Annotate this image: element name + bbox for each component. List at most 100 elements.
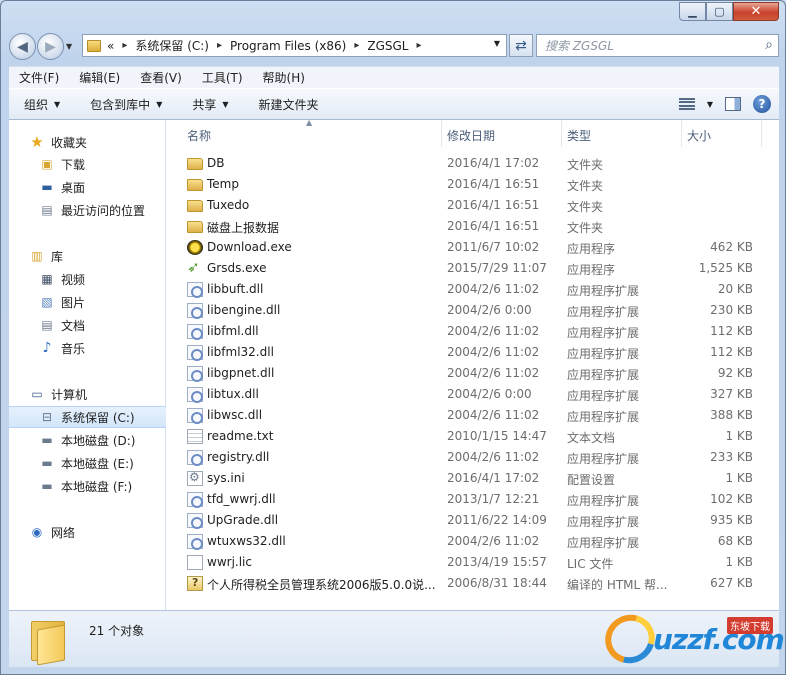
drive-icon: ▬ bbox=[41, 433, 53, 447]
chevron-right-icon[interactable]: ▸ bbox=[417, 40, 422, 51]
refresh-button[interactable]: ⇄ bbox=[509, 34, 533, 57]
file-row[interactable]: libfml32.dll 2004/2/6 11:02 应用程序扩展 112 KB bbox=[167, 342, 779, 363]
file-date: 2004/2/6 11:02 bbox=[447, 534, 540, 548]
column-header-date[interactable]: 修改日期 bbox=[447, 127, 495, 144]
nav-documents[interactable]: ▤ 文档 bbox=[9, 314, 166, 336]
nav-music[interactable]: ♪ 音乐 bbox=[9, 337, 166, 359]
file-row[interactable]: registry.dll 2004/2/6 11:02 应用程序扩展 233 KB bbox=[167, 447, 779, 468]
nav-label: 网络 bbox=[51, 525, 76, 540]
file-name: wwrj.lic bbox=[207, 555, 252, 569]
file-date: 2016/4/1 16:51 bbox=[447, 198, 540, 212]
preview-pane-icon[interactable] bbox=[725, 97, 741, 111]
organize-button[interactable]: 组织 ▼ bbox=[9, 96, 75, 113]
nav-drive-d[interactable]: ▬ 本地磁盘 (D:) bbox=[9, 429, 166, 451]
nav-favorites[interactable]: ★ 收藏夹 bbox=[9, 131, 166, 153]
folder-icon bbox=[31, 619, 71, 666]
nav-videos[interactable]: ▦ 视频 bbox=[9, 268, 166, 290]
close-button[interactable]: ✕ bbox=[733, 2, 779, 21]
chevron-right-icon[interactable]: ▸ bbox=[354, 40, 359, 51]
refresh-icon: ⇄ bbox=[515, 37, 527, 54]
breadcrumb-program-files[interactable]: Program Files (x86) bbox=[230, 39, 346, 53]
nav-desktop[interactable]: ▬ 桌面 bbox=[9, 176, 166, 198]
dll-file-icon bbox=[187, 366, 203, 382]
file-row[interactable]: libbuft.dll 2004/2/6 11:02 应用程序扩展 20 KB bbox=[167, 279, 779, 300]
nav-drive-c[interactable]: ⊟ 系统保留 (C:) bbox=[9, 406, 166, 428]
column-header-name[interactable]: 名称 bbox=[187, 127, 211, 144]
file-rows: DB 2016/4/1 17:02 文件夹 Temp 2016/4/1 16:51 文件夹… bbox=[167, 153, 779, 594]
drive-icon: ▬ bbox=[41, 456, 53, 470]
file-row[interactable]: readme.txt 2010/1/15 14:47 文本文档 1 KB bbox=[167, 426, 779, 447]
file-row[interactable]: Tuxedo 2016/4/1 16:51 文件夹 bbox=[167, 195, 779, 216]
file-row[interactable]: libwsc.dll 2004/2/6 11:02 应用程序扩展 388 KB bbox=[167, 405, 779, 426]
file-date: 2004/2/6 11:02 bbox=[447, 282, 540, 296]
new-folder-button[interactable]: 新建文件夹 bbox=[244, 96, 334, 113]
menu-view[interactable]: 查看(V) bbox=[130, 69, 192, 86]
back-button[interactable]: ◀ bbox=[9, 33, 36, 60]
file-row[interactable]: 磁盘上报数据 2016/4/1 16:51 文件夹 bbox=[167, 216, 779, 237]
file-row[interactable]: Download.exe 2011/6/7 10:02 应用程序 462 KB bbox=[167, 237, 779, 258]
nav-label: 收藏夹 bbox=[51, 135, 88, 150]
file-row[interactable]: DB 2016/4/1 17:02 文件夹 bbox=[167, 153, 779, 174]
search-input[interactable]: 搜索 ZGSGL ⌕ bbox=[536, 34, 779, 57]
file-row[interactable]: UpGrade.dll 2011/6/22 14:09 应用程序扩展 935 KB bbox=[167, 510, 779, 531]
file-row[interactable]: libengine.dll 2004/2/6 0:00 应用程序扩展 230 KB bbox=[167, 300, 779, 321]
search-icon[interactable]: ⌕ bbox=[765, 37, 773, 53]
minimize-button[interactable]: ▁ bbox=[679, 2, 706, 21]
dll-file-icon bbox=[187, 450, 203, 466]
view-options-icon[interactable] bbox=[678, 98, 695, 110]
menu-file[interactable]: 文件(F) bbox=[9, 69, 69, 86]
nav-network[interactable]: ◉ 网络 bbox=[9, 521, 166, 543]
address-history-dropdown[interactable]: ▼ bbox=[494, 39, 500, 48]
file-row[interactable]: Temp 2016/4/1 16:51 文件夹 bbox=[167, 174, 779, 195]
column-header-size[interactable]: 大小 bbox=[687, 127, 711, 144]
share-button[interactable]: 共享 ▼ bbox=[177, 96, 243, 113]
chevron-right-icon[interactable]: ▸ bbox=[217, 40, 222, 51]
nav-recent-places[interactable]: ▤ 最近访问的位置 bbox=[9, 199, 166, 221]
file-row[interactable]: libfml.dll 2004/2/6 11:02 应用程序扩展 112 KB bbox=[167, 321, 779, 342]
file-date: 2016/4/1 17:02 bbox=[447, 471, 540, 485]
maximize-button[interactable]: ▢ bbox=[706, 2, 733, 21]
file-row[interactable]: wwrj.lic 2013/4/19 15:57 LIC 文件 1 KB bbox=[167, 552, 779, 573]
include-in-library-button[interactable]: 包含到库中 ▼ bbox=[75, 96, 177, 113]
file-name: Tuxedo bbox=[207, 198, 250, 212]
chevron-down-icon[interactable]: ▼ bbox=[707, 100, 713, 109]
nav-pictures[interactable]: ▧ 图片 bbox=[9, 291, 166, 313]
lic-file-icon bbox=[187, 555, 203, 570]
nav-libraries[interactable]: ▥ 库 bbox=[9, 245, 166, 267]
help-icon[interactable]: ? bbox=[753, 95, 771, 113]
file-row[interactable]: 个人所得税全员管理系统2006版5.0.0说... 2006/8/31 18:44… bbox=[167, 573, 779, 594]
file-row[interactable]: Grsds.exe 2015/7/29 11:07 应用程序 1,525 KB bbox=[167, 258, 779, 279]
forward-arrow-icon: ▶ bbox=[45, 38, 56, 55]
chevron-right-icon[interactable]: ▸ bbox=[122, 40, 127, 51]
column-header-type[interactable]: 类型 bbox=[567, 127, 591, 144]
menu-edit[interactable]: 编辑(E) bbox=[69, 69, 130, 86]
file-row[interactable]: libgpnet.dll 2004/2/6 11:02 应用程序扩展 92 KB bbox=[167, 363, 779, 384]
file-size: 112 KB bbox=[710, 345, 753, 359]
file-row[interactable]: wtuxws32.dll 2004/2/6 11:02 应用程序扩展 68 KB bbox=[167, 531, 779, 552]
file-date: 2011/6/22 14:09 bbox=[447, 513, 547, 527]
address-overflow[interactable]: « bbox=[107, 39, 114, 53]
breadcrumb-zgsgl[interactable]: ZGSGL bbox=[367, 39, 408, 53]
file-date: 2004/2/6 11:02 bbox=[447, 324, 540, 338]
recent-pages-dropdown[interactable]: ▼ bbox=[66, 42, 72, 51]
file-date: 2016/4/1 16:51 bbox=[447, 177, 540, 191]
documents-icon: ▤ bbox=[41, 318, 53, 332]
menu-help[interactable]: 帮助(H) bbox=[253, 69, 315, 86]
menu-tools[interactable]: 工具(T) bbox=[192, 69, 253, 86]
file-name: libfml32.dll bbox=[207, 345, 274, 359]
computer-icon: ▭ bbox=[31, 387, 43, 401]
file-row[interactable]: libtux.dll 2004/2/6 0:00 应用程序扩展 327 KB bbox=[167, 384, 779, 405]
video-icon: ▦ bbox=[41, 272, 53, 286]
address-bar[interactable]: « ▸ 系统保留 (C:) ▸ Program Files (x86) ▸ ZG… bbox=[82, 34, 507, 57]
file-type: 应用程序扩展 bbox=[567, 326, 640, 340]
nav-downloads[interactable]: ▣ 下载 bbox=[9, 153, 166, 175]
nav-drive-f[interactable]: ▬ 本地磁盘 (F:) bbox=[9, 475, 166, 497]
organize-label: 组织 bbox=[24, 97, 49, 112]
file-row[interactable]: tfd_wwrj.dll 2013/1/7 12:21 应用程序扩展 102 KB bbox=[167, 489, 779, 510]
nav-drive-e[interactable]: ▬ 本地磁盘 (E:) bbox=[9, 452, 166, 474]
nav-computer[interactable]: ▭ 计算机 bbox=[9, 383, 166, 405]
breadcrumb-drive[interactable]: 系统保留 (C:) bbox=[135, 37, 209, 54]
forward-button[interactable]: ▶ bbox=[37, 33, 64, 60]
menu-bar: 文件(F) 编辑(E) 查看(V) 工具(T) 帮助(H) bbox=[9, 66, 779, 88]
file-row[interactable]: sys.ini 2016/4/1 17:02 配置设置 1 KB bbox=[167, 468, 779, 489]
